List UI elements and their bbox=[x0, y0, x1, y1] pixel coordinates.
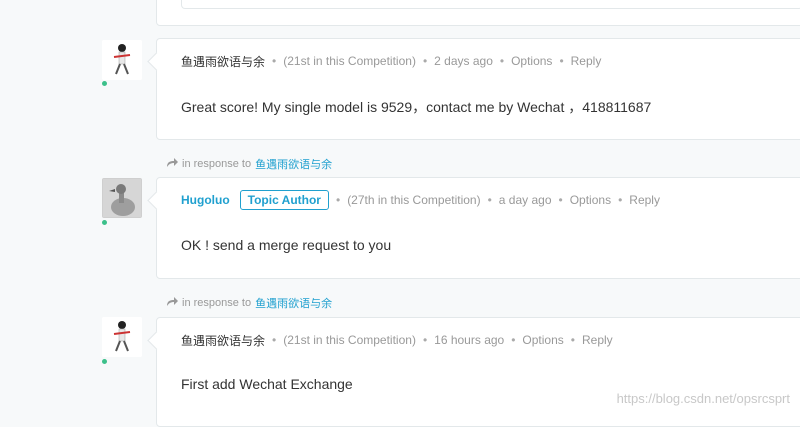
timestamp: a day ago bbox=[498, 193, 552, 207]
previous-comment-card bbox=[156, 0, 800, 26]
comment-card: 鱼遇雨欲语与余 • (21st in this Competition) • 2… bbox=[156, 38, 800, 140]
separator-dot: • bbox=[272, 54, 277, 68]
separator-dot: • bbox=[558, 193, 563, 207]
online-indicator bbox=[102, 359, 107, 364]
separator-dot: • bbox=[335, 193, 341, 207]
goose-avatar-icon bbox=[103, 179, 141, 217]
in-response-line: in response to 鱼遇雨欲语与余 bbox=[166, 156, 332, 172]
reply-link[interactable]: Reply bbox=[571, 54, 602, 68]
avatar[interactable] bbox=[102, 317, 142, 357]
reply-link[interactable]: Reply bbox=[629, 193, 660, 207]
author-name[interactable]: 鱼遇雨欲语与余 bbox=[181, 332, 265, 349]
author-name[interactable]: 鱼遇雨欲语与余 bbox=[181, 53, 265, 70]
comment-card: 鱼遇雨欲语与余 • (21st in this Competition) • 1… bbox=[156, 317, 800, 427]
avatar[interactable] bbox=[102, 178, 142, 218]
share-arrow-icon bbox=[166, 157, 178, 171]
separator-dot: • bbox=[272, 333, 277, 347]
in-response-label: in response to bbox=[182, 158, 252, 170]
author-name[interactable]: Hugoluo bbox=[181, 193, 230, 207]
share-arrow-icon bbox=[166, 296, 178, 310]
reply-link[interactable]: Reply bbox=[582, 333, 613, 347]
separator-dot: • bbox=[559, 54, 564, 68]
separator-dot: • bbox=[618, 193, 623, 207]
in-response-author-link[interactable]: 鱼遇雨欲语与余 bbox=[255, 295, 332, 311]
avatar[interactable] bbox=[102, 40, 142, 80]
comment-text: OK ! send a merge request to you bbox=[181, 237, 392, 253]
competition-rank: (27th in this Competition) bbox=[347, 193, 481, 207]
options-link[interactable]: Options bbox=[511, 54, 552, 68]
in-response-author-link[interactable]: 鱼遇雨欲语与余 bbox=[255, 156, 332, 172]
comment-meta: 鱼遇雨欲语与余 • (21st in this Competition) • 2… bbox=[181, 51, 601, 71]
competition-rank: (21st in this Competition) bbox=[283, 333, 416, 347]
comment-card: Hugoluo Topic Author • (27th in this Com… bbox=[156, 177, 800, 279]
online-indicator bbox=[102, 81, 107, 86]
separator-dot: • bbox=[422, 333, 428, 347]
timestamp: 16 hours ago bbox=[434, 333, 505, 347]
timestamp: 2 days ago bbox=[434, 54, 493, 68]
separator-dot: • bbox=[511, 333, 516, 347]
separator-dot: • bbox=[570, 333, 575, 347]
online-indicator bbox=[102, 220, 107, 225]
competition-rank: (21st in this Competition) bbox=[283, 54, 416, 68]
separator-dot: • bbox=[422, 54, 428, 68]
comment-meta: 鱼遇雨欲语与余 • (21st in this Competition) • 1… bbox=[181, 330, 613, 350]
topic-author-badge: Topic Author bbox=[239, 190, 329, 210]
in-response-line: in response to 鱼遇雨欲语与余 bbox=[166, 295, 332, 311]
comment-meta: Hugoluo Topic Author • (27th in this Com… bbox=[181, 190, 660, 210]
person-avatar-icon bbox=[102, 317, 142, 357]
previous-comment-inner bbox=[181, 0, 800, 9]
person-avatar-icon bbox=[102, 40, 142, 80]
separator-dot: • bbox=[499, 54, 505, 68]
comment-text: Great score! My single model is 9529，con… bbox=[181, 99, 652, 115]
separator-dot: • bbox=[487, 193, 492, 207]
options-link[interactable]: Options bbox=[522, 333, 563, 347]
comment-text: First add Wechat Exchange bbox=[181, 376, 353, 392]
watermark-text: https://blog.csdn.net/opsrcsprt bbox=[616, 391, 790, 406]
options-link[interactable]: Options bbox=[570, 193, 611, 207]
in-response-label: in response to bbox=[182, 297, 252, 309]
